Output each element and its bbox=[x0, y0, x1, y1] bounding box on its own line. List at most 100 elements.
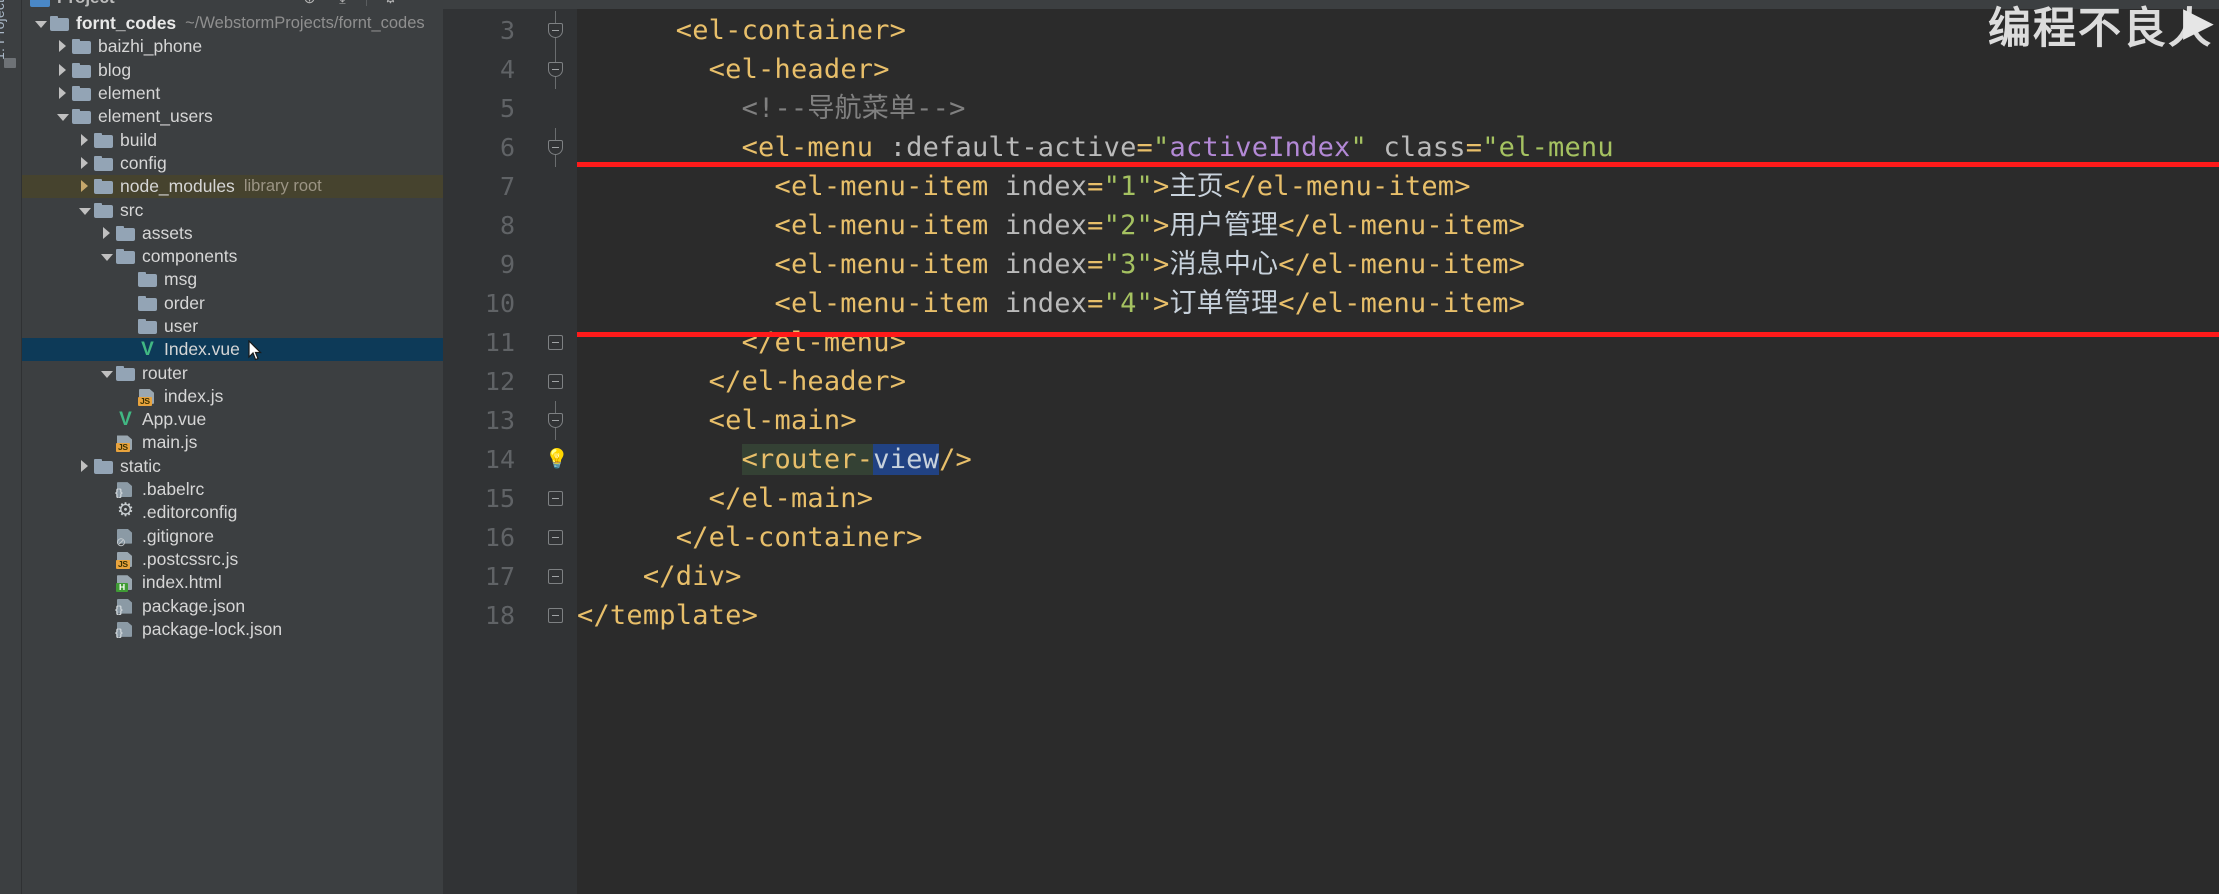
editor-tab-bar[interactable]: VApp.vueVIndex.vueJSindex.js bbox=[443, 0, 2219, 9]
tree-item--editorconfig[interactable]: .editorconfig bbox=[22, 501, 443, 524]
fold-end-icon[interactable] bbox=[533, 518, 577, 557]
fold-collapse-icon[interactable] bbox=[533, 50, 577, 89]
code-line[interactable]: <el-container> bbox=[577, 11, 2219, 50]
chevron-right-icon[interactable] bbox=[78, 133, 91, 147]
tree-item-blog[interactable]: blog bbox=[22, 59, 443, 82]
tree-item-user[interactable]: user bbox=[22, 315, 443, 338]
chevron-right-icon[interactable] bbox=[100, 226, 113, 240]
project-file-tree[interactable]: fornt_codes ~/WebstormProjects/fornt_code… bbox=[22, 10, 443, 641]
chevron-right-icon[interactable] bbox=[78, 156, 91, 170]
hide-icon[interactable]: — bbox=[414, 0, 433, 8]
code-line[interactable]: <router-view/> bbox=[577, 440, 2219, 479]
tree-item-router[interactable]: router bbox=[22, 361, 443, 384]
tree-item-assets[interactable]: assets bbox=[22, 222, 443, 245]
tree-item-element-users[interactable]: element_users bbox=[22, 105, 443, 128]
fold-collapse-icon[interactable] bbox=[533, 11, 577, 50]
tree-item-element[interactable]: element bbox=[22, 82, 443, 105]
chevron-right-icon[interactable] bbox=[78, 180, 91, 193]
fold-end-icon[interactable] bbox=[533, 557, 577, 596]
vue-icon: V bbox=[119, 409, 132, 431]
code-line[interactable]: </el-header> bbox=[577, 362, 2219, 401]
tree-item-package-lock-json[interactable]: package-lock.json bbox=[22, 618, 443, 641]
tree-item-label: element_users bbox=[98, 106, 213, 127]
code-line[interactable]: <el-menu-item index="2">用户管理</el-menu-it… bbox=[577, 206, 2219, 245]
tree-item-app-vue[interactable]: V App.vue bbox=[22, 408, 443, 431]
tree-item-fornt-codes[interactable]: fornt_codes ~/WebstormProjects/fornt_code… bbox=[22, 12, 443, 35]
tree-item-label: Index.vue bbox=[164, 339, 240, 360]
tree-item-label: blog bbox=[98, 59, 132, 80]
tree-item--postcssrc-js[interactable]: .postcssrc.js bbox=[22, 548, 443, 571]
tree-item-index-vue[interactable]: V Index.vue bbox=[22, 338, 443, 362]
tree-item-msg[interactable]: msg bbox=[22, 268, 443, 291]
code-folding-gutter[interactable]: 💡 bbox=[533, 9, 577, 894]
code-line[interactable]: <el-main> bbox=[577, 401, 2219, 440]
collapse-all-icon[interactable]: ⊕ bbox=[300, 0, 319, 8]
chevron-down-icon[interactable] bbox=[100, 250, 113, 263]
chevron-down-icon[interactable] bbox=[78, 204, 91, 217]
tree-item-index-js[interactable]: index.js bbox=[22, 385, 443, 408]
tree-item-build[interactable]: build bbox=[22, 128, 443, 151]
tree-item-index-html[interactable]: index.html bbox=[22, 571, 443, 594]
tree-item--babelrc[interactable]: .babelrc bbox=[22, 478, 443, 501]
code-line[interactable]: <!--导航菜单--> bbox=[577, 89, 2219, 128]
tree-item-main-js[interactable]: main.js bbox=[22, 431, 443, 454]
code-line[interactable]: </template> bbox=[577, 596, 2219, 635]
fold-end-icon[interactable] bbox=[533, 362, 577, 401]
locate-icon[interactable]: ⤓ bbox=[333, 0, 352, 8]
code-line[interactable]: <el-header> bbox=[577, 50, 2219, 89]
intention-bulb-icon[interactable]: 💡 bbox=[533, 440, 577, 479]
fold-collapse-icon[interactable] bbox=[533, 401, 577, 440]
tree-item-static[interactable]: static bbox=[22, 455, 443, 478]
code-line[interactable]: </div> bbox=[577, 557, 2219, 596]
tree-item--gitignore[interactable]: .gitignore bbox=[22, 525, 443, 548]
tree-item-package-json[interactable]: package.json bbox=[22, 594, 443, 617]
tree-item-subtext: ~/WebstormProjects/fornt_codes bbox=[185, 14, 425, 33]
left-tool-strip[interactable]: 1: Project bbox=[0, 0, 22, 894]
tree-item-baizhi-phone[interactable]: baizhi_phone bbox=[22, 35, 443, 58]
tree-item-config[interactable]: config bbox=[22, 152, 443, 175]
project-panel-actions: ⊕ ⤓ ⚙ — bbox=[300, 0, 443, 8]
chevron-down-icon[interactable] bbox=[100, 367, 113, 380]
line-number-gutter: 3 4 5 6 7 8 9 10 11 12 13 14 15 16 17 18 bbox=[443, 9, 533, 894]
code-line[interactable]: </el-menu> bbox=[577, 323, 2219, 362]
project-panel-header: Project ⊕ ⤓ ⚙ — bbox=[22, 0, 443, 10]
fold-end-icon[interactable] bbox=[533, 479, 577, 518]
tree-item-label: router bbox=[142, 362, 188, 383]
code-line[interactable]: </el-container> bbox=[577, 518, 2219, 557]
tree-item-components[interactable]: components bbox=[22, 245, 443, 268]
code-line[interactable]: <el-menu :default-active="activeIndex" c… bbox=[577, 128, 2219, 167]
line-number: 6 bbox=[499, 133, 515, 162]
chevron-right-icon[interactable] bbox=[56, 63, 69, 77]
code-line[interactable]: </el-main> bbox=[577, 479, 2219, 518]
settings-icon[interactable]: ⚙ bbox=[381, 0, 400, 8]
tree-item-src[interactable]: src bbox=[22, 198, 443, 221]
code-text[interactable]: <el-container> <el-header> <!--导航菜单--> <… bbox=[577, 9, 2219, 894]
code-line[interactable]: <el-menu-item index="3">消息中心</el-menu-it… bbox=[577, 245, 2219, 284]
code-line[interactable]: <el-menu-item index="4">订单管理</el-menu-it… bbox=[577, 284, 2219, 323]
folder-icon bbox=[72, 86, 91, 102]
tree-item-node-modules[interactable]: node_modules library root bbox=[22, 175, 443, 199]
gear-icon bbox=[116, 501, 135, 520]
code-line[interactable]: <el-menu-item index="1">主页</el-menu-item… bbox=[577, 167, 2219, 206]
project-panel-title: Project bbox=[57, 0, 115, 8]
project-panel: Project ⊕ ⤓ ⚙ — fornt_codes ~/WebstormPro… bbox=[22, 0, 443, 894]
json-icon bbox=[115, 482, 135, 499]
fold-end-icon[interactable] bbox=[533, 596, 577, 635]
tree-item-order[interactable]: order bbox=[22, 292, 443, 315]
tree-item-label: config bbox=[120, 152, 167, 173]
project-tool-button[interactable]: 1: Project bbox=[0, 0, 7, 60]
json-icon bbox=[115, 599, 135, 616]
chevron-down-icon[interactable] bbox=[56, 110, 69, 123]
json-icon bbox=[115, 622, 135, 639]
chevron-right-icon[interactable] bbox=[56, 40, 69, 53]
watermark-logo-icon: ▶ bbox=[2183, 0, 2214, 44]
tree-item-label: main.js bbox=[142, 432, 198, 453]
chevron-down-icon[interactable] bbox=[34, 17, 47, 30]
fold-collapse-icon[interactable] bbox=[533, 128, 577, 167]
chevron-right-icon[interactable] bbox=[78, 459, 91, 473]
js-icon bbox=[138, 389, 157, 406]
chevron-right-icon[interactable] bbox=[56, 87, 69, 100]
fold-end-icon[interactable] bbox=[533, 323, 577, 362]
